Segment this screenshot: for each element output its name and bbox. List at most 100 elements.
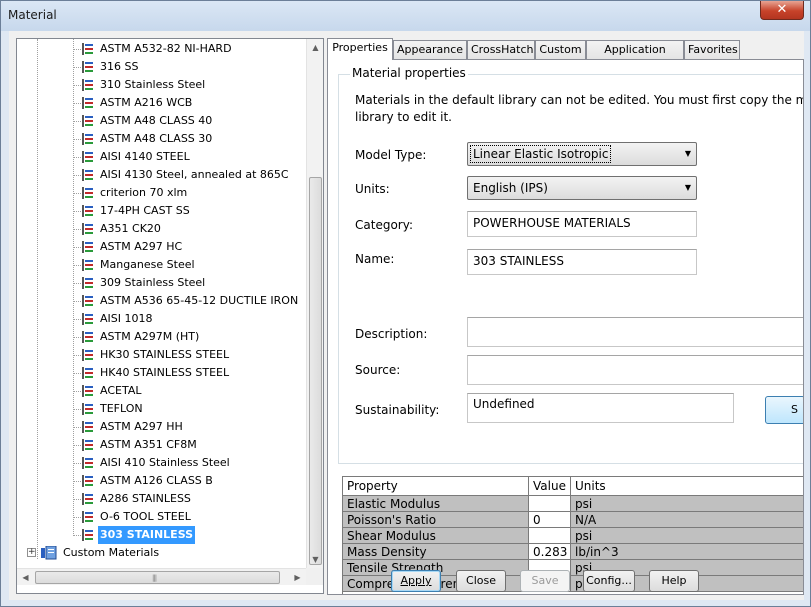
tree-connector: [73, 85, 81, 86]
table-row[interactable]: Elastic Modulus psi: [343, 496, 803, 512]
tree-item-label: ASTM A532-82 NI-HARD: [100, 42, 232, 55]
value-cell[interactable]: 0: [529, 512, 571, 528]
grip-icon: |||: [152, 574, 157, 582]
tree-vertical-scrollbar[interactable]: ▲ ▼: [306, 39, 323, 568]
material-icon: [81, 240, 95, 254]
tree-item-label: ASTM A297 HC: [100, 240, 183, 253]
config-button[interactable]: Config...: [583, 570, 635, 592]
tree-item-label: ASTM A48 CLASS 30: [100, 132, 213, 145]
apply-button[interactable]: Apply: [391, 570, 441, 592]
scroll-up-arrow-icon[interactable]: ▲: [307, 39, 324, 56]
material-icon: [81, 96, 95, 110]
tree-item-label: A351 CK20: [100, 222, 161, 235]
tab-custom[interactable]: Custom: [535, 40, 586, 59]
scroll-left-arrow-icon[interactable]: ◀: [17, 569, 34, 586]
tree-connector: [73, 355, 81, 356]
tree-item-label: ASTM A48 CLASS 40: [100, 114, 213, 127]
expand-plus-icon[interactable]: +: [27, 548, 36, 557]
sustainability-label: Sustainability:: [355, 403, 440, 417]
value-cell[interactable]: 0.283: [529, 544, 571, 560]
tree-item-label: AISI 1018: [100, 312, 153, 325]
title-bar[interactable]: Material ✕: [1, 1, 810, 31]
scroll-corner: [306, 568, 323, 585]
units-cell: lb/in^3: [571, 544, 803, 560]
grid-header-row: Property Value Units: [343, 477, 803, 496]
tab-crosshatch[interactable]: CrossHatch: [467, 40, 535, 59]
table-row[interactable]: Mass Density 0.283 lb/in^3: [343, 544, 803, 560]
model-type-select[interactable]: Linear Elastic Isotropic ▼: [467, 142, 697, 166]
material-icon: [81, 420, 95, 434]
model-type-label: Model Type:: [355, 148, 427, 162]
tab-properties[interactable]: Properties: [327, 38, 393, 60]
units-select[interactable]: English (IPS) ▼: [467, 176, 697, 200]
tree-connector: [73, 373, 81, 374]
close-button[interactable]: Close: [456, 570, 506, 592]
scroll-right-arrow-icon[interactable]: ▶: [289, 569, 306, 586]
value-cell[interactable]: [529, 528, 571, 544]
table-row[interactable]: Poisson's Ratio 0 N/A: [343, 512, 803, 528]
source-field[interactable]: [467, 355, 803, 385]
material-icon: [81, 276, 95, 290]
tab-favorites[interactable]: Favorites: [684, 40, 740, 59]
material-icon: [81, 312, 95, 326]
tab-application-data[interactable]: Application Data: [586, 40, 684, 73]
tree-item-label: ASTM A297 HH: [100, 420, 183, 433]
material-icon: [81, 348, 95, 362]
tree-horizontal-scrollbar[interactable]: ◀ ||| ▶: [17, 568, 306, 585]
tree-item-label: 316 SS: [100, 60, 139, 73]
source-label: Source:: [355, 363, 401, 377]
tree-connector: [73, 247, 81, 248]
tree-item-label: ASTM A297M (HT): [100, 330, 200, 343]
material-icon: [81, 132, 95, 146]
category-label: Category:: [355, 218, 413, 232]
library-icon: [41, 545, 57, 560]
info-line-2: library to edit it.: [355, 110, 452, 124]
window-title: Material: [8, 8, 57, 22]
material-icon: [81, 330, 95, 344]
scroll-down-arrow-icon[interactable]: ▼: [307, 551, 324, 568]
material-icon: [81, 222, 95, 236]
tree-item-label: ASTM A536 65-45-12 DUCTILE IRON: [100, 294, 299, 307]
value-cell[interactable]: [529, 496, 571, 512]
material-tree: ASTM A532-82 NI-HARD 316 SS 310 Stainless …: [16, 38, 324, 594]
material-icon: [81, 204, 95, 218]
units-cell: N/A: [571, 512, 803, 528]
tab-appearance[interactable]: Appearance: [393, 40, 467, 59]
material-icon: [81, 474, 95, 488]
material-icon: [81, 258, 95, 272]
tree-item-label: 303 STAINLESS: [98, 526, 196, 544]
material-icon: [81, 492, 95, 506]
tree-guide-line: [73, 39, 74, 536]
tree-connector: [73, 103, 81, 104]
material-icon: [81, 150, 95, 164]
sustainability-field: Undefined: [467, 393, 734, 423]
material-icon: [81, 456, 95, 470]
tree-item-label: ASTM A216 WCB: [100, 96, 193, 109]
close-window-button[interactable]: ✕: [760, 1, 804, 20]
category-field[interactable]: POWERHOUSE MATERIALS: [467, 211, 697, 237]
sustainability-button[interactable]: S: [765, 396, 803, 424]
material-icon: [81, 384, 95, 398]
tree-item-label: Manganese Steel: [100, 258, 195, 271]
property-cell: Shear Modulus: [343, 528, 529, 544]
tree-connector: [73, 175, 81, 176]
save-button[interactable]: Save: [520, 570, 570, 592]
tree-connector: [73, 121, 81, 122]
units-label: Units:: [355, 182, 390, 196]
table-row[interactable]: Shear Modulus psi: [343, 528, 803, 544]
tree-connector: [73, 67, 81, 68]
tree-connector: [73, 49, 81, 50]
tree-connector: [73, 427, 81, 428]
material-icon: [81, 186, 95, 200]
apply-label: Apply: [400, 574, 432, 587]
scroll-thumb[interactable]: [309, 177, 322, 565]
horizontal-scroll-thumb[interactable]: |||: [35, 571, 280, 584]
tree-connector: [73, 481, 81, 482]
tree-connector: [73, 535, 81, 536]
name-field[interactable]: 303 STAINLESS: [467, 249, 697, 275]
tree-connector: [73, 229, 81, 230]
description-field[interactable]: [467, 317, 803, 347]
material-icon: [81, 528, 95, 542]
tree-connector: [73, 445, 81, 446]
help-button[interactable]: Help: [649, 570, 699, 592]
